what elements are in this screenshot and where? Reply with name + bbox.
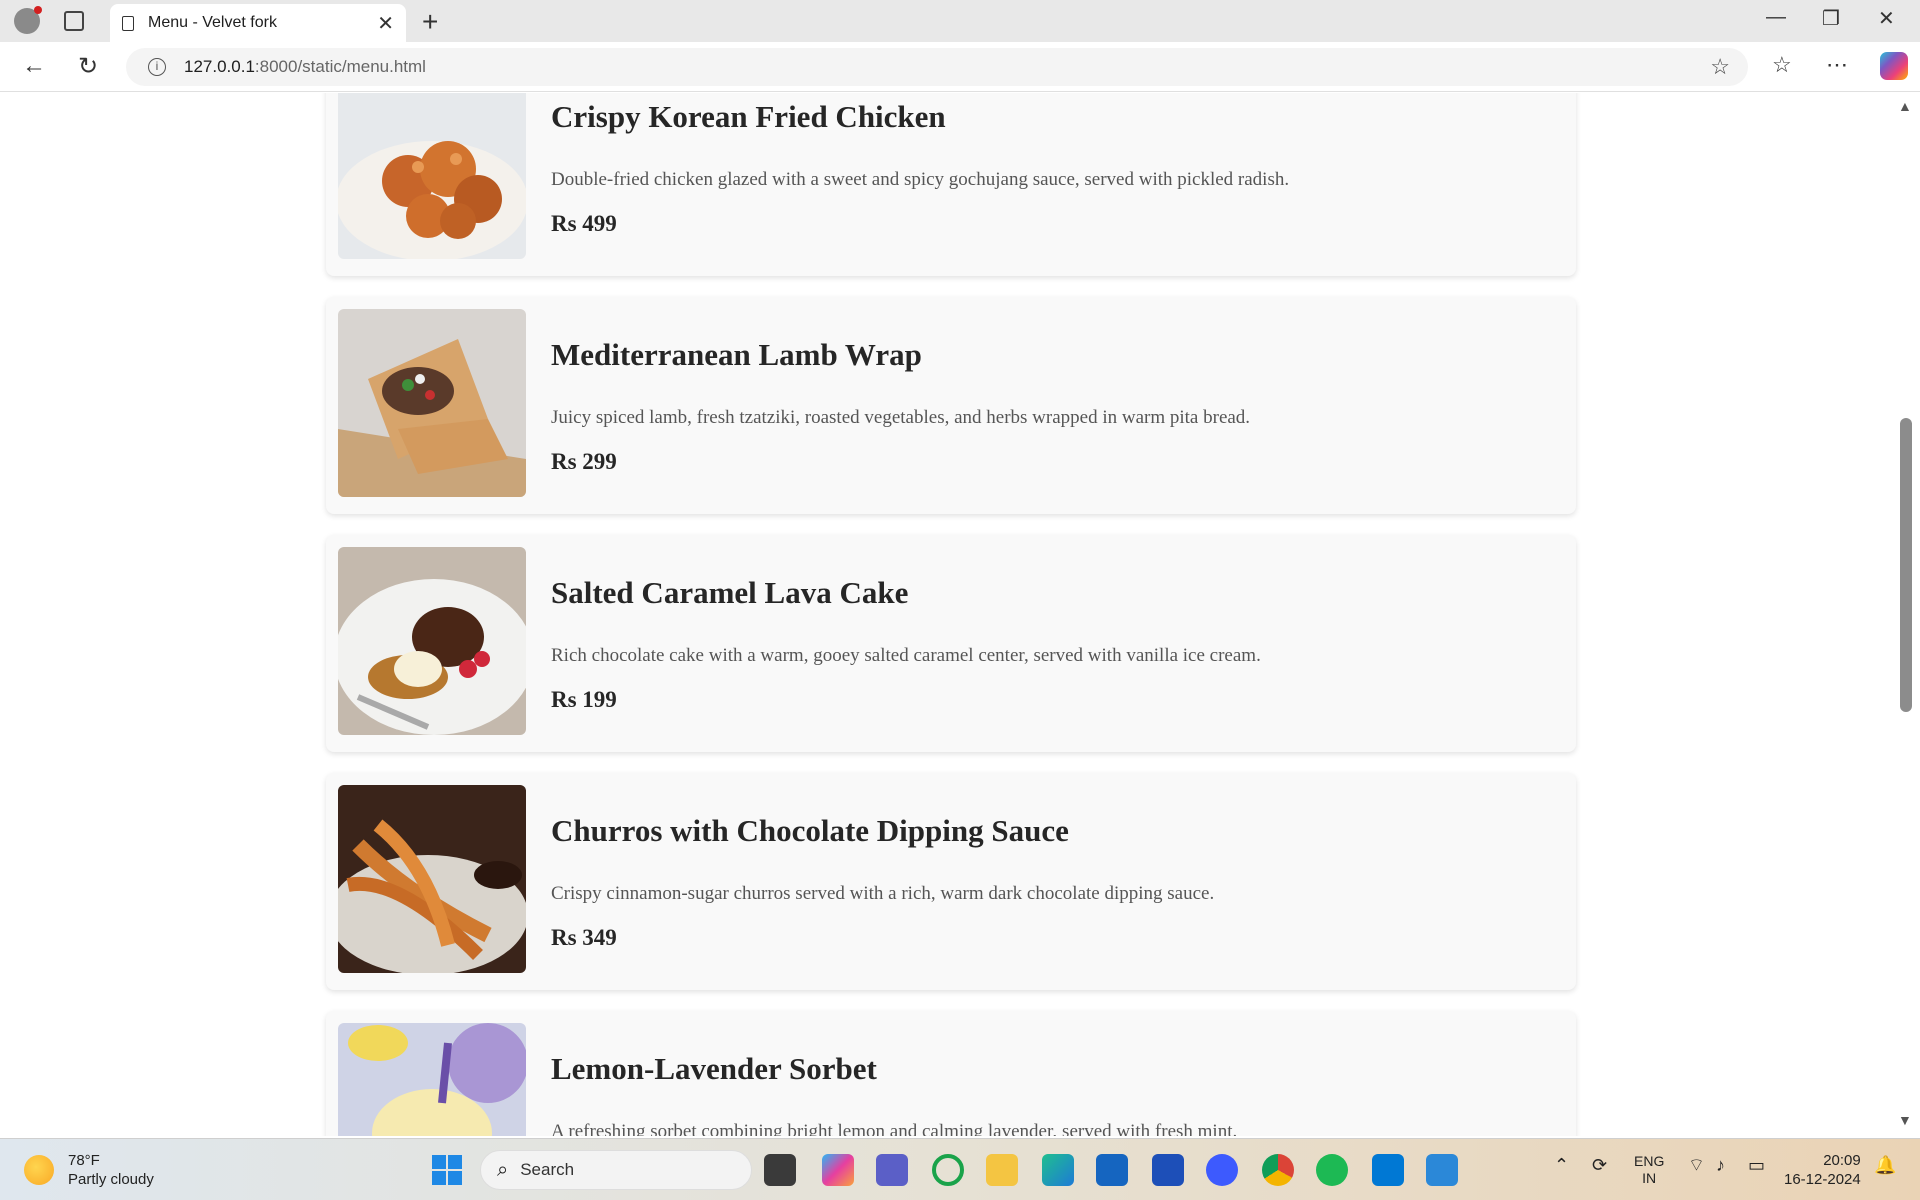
new-tab-button[interactable]: + (422, 6, 438, 38)
menu-item-card: Mediterranean Lamb Wrap Juicy spiced lam… (326, 297, 1576, 514)
dish-price: Rs 349 (551, 925, 617, 950)
taskbar-clock[interactable]: 20:09 16-12-2024 (1784, 1151, 1861, 1189)
dish-description: Rich chocolate cake with a warm, gooey s… (551, 645, 1261, 666)
reload-icon[interactable]: ↻ (78, 52, 98, 81)
notifications-icon[interactable]: 🔔 (1874, 1156, 1896, 1174)
url-text: 127.0.0.1:8000/static/menu.html (184, 57, 426, 76)
page-icon (122, 15, 134, 31)
dish-description: Juicy spiced lamb, fresh tzatziki, roast… (551, 407, 1251, 428)
task-view-icon[interactable] (764, 1154, 796, 1186)
dish-price: Rs 499 (551, 211, 617, 236)
clock-date: 16-12-2024 (1784, 1171, 1861, 1188)
scrollbar-thumb[interactable] (1900, 418, 1912, 712)
vscode-icon[interactable] (1372, 1154, 1404, 1186)
browser-tab[interactable]: Menu - Velvet fork ✕ (110, 4, 406, 42)
dish-name: Salted Caramel Lava Cake (551, 575, 909, 610)
dish-description: Double-fried chicken glazed with a sweet… (551, 169, 1290, 190)
dish-name: Crispy Korean Fried Chicken (551, 99, 946, 134)
partly-cloudy-icon (24, 1155, 54, 1185)
menu-item-card: Salted Caramel Lava Cake Rich chocolate … (326, 535, 1576, 752)
menu-item-card: Crispy Korean Fried Chicken Double-fried… (326, 93, 1576, 276)
taskbar-search[interactable]: ⌕ Search (480, 1150, 752, 1190)
sync-icon[interactable]: ⟳ (1592, 1156, 1607, 1174)
browser-title-bar: Menu - Velvet fork ✕ + — ❐ ✕ (0, 0, 1920, 42)
region-code: IN (1642, 1170, 1657, 1186)
store-icon[interactable] (1096, 1154, 1128, 1186)
dish-description: Crispy cinnamon-sugar churros served wit… (551, 883, 1215, 904)
more-options-icon[interactable]: ⋯ (1826, 52, 1848, 78)
page-content: Crispy Korean Fried Chicken Double-fried… (0, 93, 1896, 1136)
app-l-icon[interactable] (1152, 1154, 1184, 1186)
chrome-icon[interactable] (1262, 1154, 1294, 1186)
windows-taskbar: 78°F Partly cloudy ⌕ Search ⌃ ⟳ ENG IN ⌔… (0, 1138, 1920, 1200)
dish-description: A refreshing sorbet combining bright lem… (551, 1121, 1238, 1136)
photos-icon[interactable] (1426, 1154, 1458, 1186)
close-window-icon[interactable]: ✕ (1878, 6, 1895, 31)
start-icon[interactable] (432, 1155, 462, 1185)
scroll-up-icon[interactable]: ▲ (1898, 98, 1912, 114)
edge-icon[interactable] (1042, 1154, 1074, 1186)
notification-dot (34, 6, 42, 14)
clock-time: 20:09 (1823, 1152, 1861, 1169)
lava-cake-image (338, 547, 526, 735)
fried-chicken-image (338, 93, 526, 259)
dish-price: Rs 199 (551, 687, 617, 712)
back-icon[interactable]: ← (22, 52, 46, 80)
scroll-down-icon[interactable]: ▼ (1898, 1112, 1912, 1128)
dish-name: Mediterranean Lamb Wrap (551, 337, 922, 372)
search-icon: ⌕ (497, 1158, 509, 1181)
restore-icon[interactable]: ❐ (1822, 6, 1840, 31)
temperature: 78°F (68, 1152, 100, 1169)
tab-title: Menu - Velvet fork (148, 14, 277, 31)
address-bar-row: ← ↻ i 127.0.0.1:8000/static/menu.html ☆ … (0, 42, 1920, 92)
copilot-app-icon[interactable] (822, 1154, 854, 1186)
site-info-icon[interactable]: i (148, 58, 166, 76)
minimize-icon[interactable]: — (1766, 6, 1786, 29)
churros-image (338, 785, 526, 973)
favorites-icon[interactable]: ☆ (1772, 52, 1792, 78)
dish-price: Rs 299 (551, 449, 617, 474)
copilot-icon[interactable] (1880, 52, 1908, 80)
teams-icon[interactable] (876, 1154, 908, 1186)
close-tab-icon[interactable]: ✕ (377, 11, 394, 36)
spotify-icon[interactable] (1316, 1154, 1348, 1186)
dish-name: Lemon-Lavender Sorbet (551, 1051, 877, 1086)
battery-icon[interactable]: ▭ (1748, 1156, 1765, 1174)
dish-name: Churros with Chocolate Dipping Sauce (551, 813, 1069, 848)
file-explorer-icon[interactable] (986, 1154, 1018, 1186)
tab-actions-icon[interactable] (64, 11, 84, 31)
volume-icon[interactable]: ♪ (1716, 1156, 1725, 1174)
sorbet-image (338, 1023, 526, 1136)
weather-widget[interactable]: 78°F Partly cloudy (24, 1151, 154, 1189)
search-label: Search (520, 1160, 575, 1179)
show-hidden-icons[interactable]: ⌃ (1554, 1156, 1569, 1174)
refresh-app-icon[interactable] (932, 1154, 964, 1186)
address-bar[interactable]: i 127.0.0.1:8000/static/menu.html ☆ (126, 48, 1748, 86)
favorite-star-icon[interactable]: ☆ (1710, 54, 1730, 80)
wifi-icon[interactable]: ⌔ (1688, 1156, 1705, 1174)
app-a-icon[interactable] (1206, 1154, 1238, 1186)
language-indicator[interactable]: ENG IN (1634, 1153, 1664, 1187)
lamb-wrap-image (338, 309, 526, 497)
weather-condition: Partly cloudy (68, 1171, 154, 1188)
menu-item-card: Churros with Chocolate Dipping Sauce Cri… (326, 773, 1576, 990)
menu-item-card: Lemon-Lavender Sorbet A refreshing sorbe… (326, 1011, 1576, 1136)
language-code: ENG (1634, 1153, 1665, 1169)
